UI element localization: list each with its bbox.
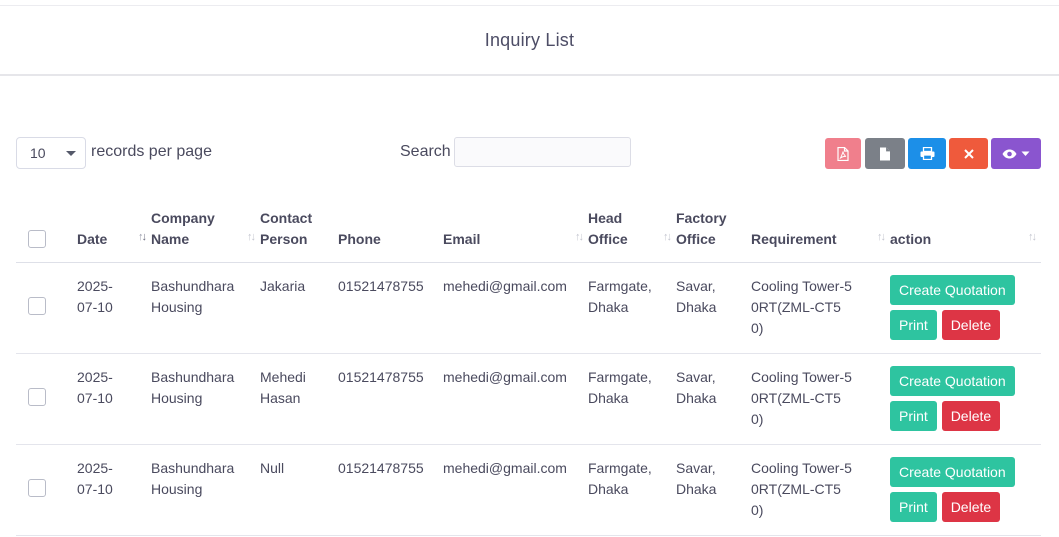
table-row: 2025-07-10 Bashundhara Housing Jakaria 0… [16, 262, 1041, 354]
printer-icon [920, 147, 934, 160]
table-toolbar: 10 records per page Search [16, 137, 1042, 169]
contact-cell: Jakaria [260, 277, 306, 294]
email-cell: mehedi@gmail.com [443, 277, 567, 294]
date-cell: 2025-07-10 [77, 277, 113, 315]
contact-cell: Null [260, 459, 285, 476]
page-title: Inquiry List [484, 29, 575, 50]
export-pdf-button[interactable] [825, 138, 861, 169]
phone-cell: 01521478755 [338, 277, 424, 294]
file-pdf-icon [837, 146, 849, 161]
column-header-requirement[interactable]: Requirement ↑↓ [751, 201, 890, 263]
factory-office-cell: Savar, Dhaka [676, 368, 717, 406]
column-header-date[interactable]: Date ↑↓ [77, 201, 151, 263]
inquiry-table: Date ↑↓ Company Name ↑↓ Contact Person Pho… [16, 201, 1041, 536]
head-office-cell: Farmgate, Dhaka [588, 277, 652, 315]
select-all-header [16, 201, 77, 263]
sort-icon: ↑↓ [877, 230, 886, 243]
sort-icon: ↑↓ [247, 230, 256, 243]
company-cell: Bashundhara Housing [151, 277, 235, 315]
factory-office-cell: Savar, Dhaka [676, 277, 717, 315]
column-header-contact: Contact Person [260, 201, 338, 263]
create-quotation-button[interactable]: Create Quotation [890, 274, 1015, 305]
page-header: Inquiry List [0, 6, 1059, 76]
clear-button[interactable] [949, 138, 988, 169]
table-row: 2025-07-10 Bashundhara Housing Mehedi Ha… [16, 353, 1041, 445]
column-header-phone: Phone [338, 201, 443, 263]
phone-cell: 01521478755 [338, 368, 424, 385]
column-header-email[interactable]: Email ↑↓ [443, 201, 588, 263]
chevron-down-icon [66, 151, 76, 156]
close-icon [963, 148, 974, 159]
table-header-row: Date ↑↓ Company Name ↑↓ Contact Person Pho… [16, 201, 1041, 263]
create-quotation-button[interactable]: Create Quotation [890, 456, 1015, 487]
date-cell: 2025-07-10 [77, 459, 113, 497]
print-row-button[interactable]: Print [890, 400, 937, 431]
row-checkbox[interactable] [28, 387, 46, 406]
date-cell: 2025-07-10 [77, 368, 113, 406]
delete-button[interactable]: Delete [941, 309, 1001, 340]
print-row-button[interactable]: Print [890, 491, 937, 522]
company-cell: Bashundhara Housing [151, 459, 235, 497]
column-header-factory-office: Factory Office [676, 201, 751, 263]
delete-button[interactable]: Delete [941, 400, 1001, 431]
head-office-cell: Farmgate, Dhaka [588, 459, 652, 497]
requirement-cell: Cooling Tower-50RT(ZML-CT50) [751, 368, 852, 427]
column-header-company[interactable]: Company Name ↑↓ [151, 201, 260, 263]
print-button[interactable] [908, 138, 946, 169]
column-header-action[interactable]: action ↑↓ [890, 201, 1041, 263]
factory-office-cell: Savar, Dhaka [676, 459, 717, 497]
table-row: 2025-07-10 Bashundhara Housing Null 0152… [16, 444, 1041, 536]
sort-icon: ↑↓ [575, 230, 584, 243]
page-length-label: records per page [91, 143, 212, 160]
sort-icon: ↑↓ [1028, 230, 1037, 243]
row-checkbox[interactable] [28, 478, 46, 497]
create-quotation-button[interactable]: Create Quotation [890, 365, 1015, 396]
email-cell: mehedi@gmail.com [443, 368, 567, 385]
sort-icon: ↑↓ [138, 230, 147, 243]
phone-cell: 01521478755 [338, 459, 424, 476]
company-cell: Bashundhara Housing [151, 368, 235, 406]
search-input[interactable] [454, 137, 631, 167]
head-office-cell: Farmgate, Dhaka [588, 368, 652, 406]
requirement-cell: Cooling Tower-50RT(ZML-CT50) [751, 277, 852, 336]
search-label: Search [400, 143, 451, 160]
row-checkbox[interactable] [28, 296, 46, 315]
file-icon [880, 147, 890, 160]
delete-button[interactable]: Delete [941, 491, 1001, 522]
page-length-value: 10 [30, 145, 46, 161]
email-cell: mehedi@gmail.com [443, 459, 567, 476]
column-visibility-button[interactable] [991, 138, 1041, 169]
print-row-button[interactable]: Print [890, 309, 937, 340]
caret-down-icon [1021, 151, 1030, 156]
select-all-checkbox[interactable] [28, 229, 46, 248]
eye-icon [1002, 149, 1017, 158]
column-header-head-office[interactable]: Head Office ↑↓ [588, 201, 676, 263]
page-length-select[interactable]: 10 [16, 137, 86, 169]
contact-cell: Mehedi Hasan [260, 368, 306, 406]
requirement-cell: Cooling Tower-50RT(ZML-CT50) [751, 459, 852, 518]
sort-icon: ↑↓ [663, 230, 672, 243]
export-csv-button[interactable] [865, 138, 905, 169]
